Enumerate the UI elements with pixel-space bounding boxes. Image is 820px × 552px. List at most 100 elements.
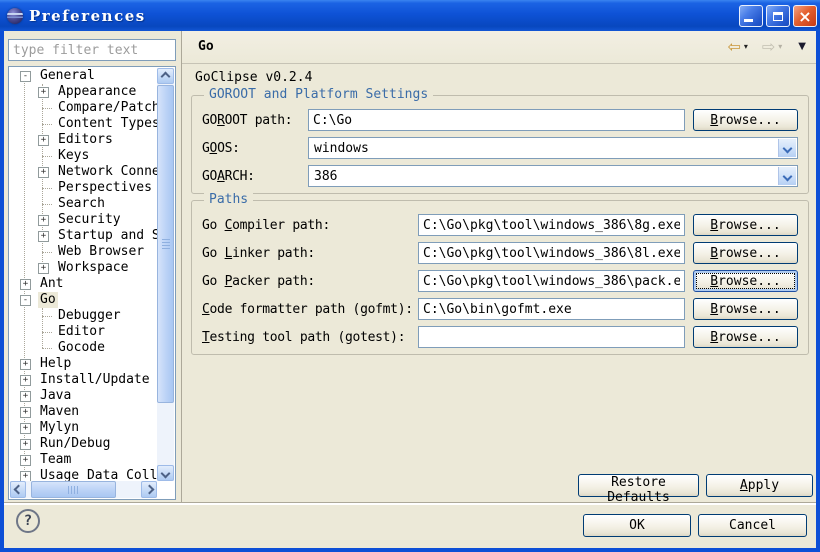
expand-icon[interactable]: +	[38, 87, 49, 98]
tree-item-team[interactable]: +Team	[10, 452, 157, 468]
go-linker-path-input[interactable]	[418, 242, 685, 264]
chevron-right-icon	[144, 485, 154, 495]
question-mark-icon: ?	[24, 513, 32, 529]
cancel-button[interactable]: Cancel	[698, 514, 807, 537]
group-paths: PathsGo Compiler path:Browse...Go Linker…	[191, 200, 809, 355]
tree-item-java[interactable]: +Java	[10, 388, 157, 404]
group-title: GOROOT and Platform Settings	[204, 87, 433, 102]
tree-item-debugger[interactable]: Debugger	[10, 308, 157, 324]
tree-item-search[interactable]: Search	[10, 196, 157, 212]
tree-item-usage-data-collect[interactable]: + Usage Data Collect	[10, 468, 157, 481]
tree-item-maven[interactable]: + Maven	[10, 404, 157, 420]
go-packer-path-input[interactable]	[418, 270, 685, 292]
back-arrow-icon[interactable]: ⇦	[727, 37, 740, 56]
expand-icon[interactable]: +	[20, 471, 31, 482]
scrollbar-grip-icon	[162, 239, 170, 249]
code-formatter-path-browse-button[interactable]: Browse...	[693, 298, 798, 320]
ok-button[interactable]: OK	[583, 514, 691, 537]
testing-tool-path-browse-button[interactable]: Browse...	[693, 326, 798, 348]
expand-icon[interactable]: +	[20, 439, 31, 450]
tree-item-go[interactable]: -Go	[10, 292, 157, 308]
tree-item-startup-and-shu[interactable]: +Startup and Shu	[10, 228, 157, 244]
expand-icon[interactable]: +	[20, 375, 31, 386]
tree-item-label: Usage Data Collect	[38, 468, 157, 481]
tree-horizontal-scrollbar[interactable]	[10, 481, 157, 498]
tree-item-network-connect[interactable]: +Network Connect	[10, 164, 157, 180]
view-menu-icon[interactable]: ▼	[798, 41, 806, 52]
scroll-right-button[interactable]	[141, 481, 157, 498]
footer-separator	[4, 502, 816, 505]
tree-item-run-debug[interactable]: +Run/Debug	[10, 436, 157, 452]
page-header: Go ⇦ ▾ ⇨ ▾ ▼	[182, 31, 816, 64]
tree-item-ant[interactable]: +Ant	[10, 276, 157, 292]
combo-dropdown-icon[interactable]	[778, 139, 796, 157]
tree-item-label: Help	[38, 356, 73, 372]
scroll-left-button[interactable]	[10, 481, 26, 498]
testing-tool-path-label: Testing tool path (gotest):	[202, 330, 418, 345]
forward-history-dropdown-caret-icon: ▾	[778, 42, 782, 51]
version-label: GoClipse v0.2.4	[195, 70, 312, 85]
expand-icon[interactable]: +	[38, 231, 49, 242]
restore-defaults-button[interactable]: Restore Defaults	[578, 474, 699, 497]
tree-item-label: Editor	[56, 324, 107, 340]
tree-item-web-browser[interactable]: Web Browser	[10, 244, 157, 260]
tree-item-editors[interactable]: +Editors	[10, 132, 157, 148]
go-compiler-path-input[interactable]	[418, 214, 685, 236]
go-linker-path-label: Go Linker path:	[202, 246, 418, 261]
expand-icon[interactable]: +	[20, 279, 31, 290]
testing-tool-path-input[interactable]	[418, 326, 685, 348]
combo-dropdown-icon[interactable]	[778, 167, 796, 185]
expand-icon[interactable]: +	[20, 359, 31, 370]
tree-item-security[interactable]: +Security	[10, 212, 157, 228]
expand-icon[interactable]: +	[38, 215, 49, 226]
code-formatter-path-row: Code formatter path (gofmt):Browse...	[202, 295, 798, 323]
apply-button[interactable]: Apply	[706, 474, 813, 497]
tree-item-gocode[interactable]: Gocode	[10, 340, 157, 356]
tree-vertical-scrollbar[interactable]	[157, 68, 174, 481]
scroll-down-button[interactable]	[157, 465, 174, 481]
tree-item-keys[interactable]: Keys	[10, 148, 157, 164]
tree-item-appearance[interactable]: + Appearance	[10, 84, 157, 100]
forward-arrow-icon: ⇨	[762, 37, 775, 56]
tree-item-install-update[interactable]: +Install/Update	[10, 372, 157, 388]
close-button[interactable]: ×	[793, 5, 817, 27]
maximize-button[interactable]	[766, 5, 790, 27]
horizontal-scrollbar-thumb[interactable]	[31, 481, 116, 498]
collapse-icon[interactable]: -	[20, 71, 31, 82]
expand-icon[interactable]: +	[38, 263, 49, 274]
tree-item-editor[interactable]: Editor	[10, 324, 157, 340]
tree-item-perspectives[interactable]: Perspectives	[10, 180, 157, 196]
goos-select[interactable]: windows	[308, 137, 798, 159]
tree-item-label: Appearance	[56, 84, 138, 100]
tree-item-content-types[interactable]: Content Types	[10, 116, 157, 132]
goarch-select[interactable]: 386	[308, 165, 798, 187]
back-history-dropdown-caret-icon[interactable]: ▾	[744, 42, 748, 51]
go-packer-path-browse-button[interactable]: Browse...	[693, 270, 798, 292]
go-compiler-path-browse-button[interactable]: Browse...	[693, 214, 798, 236]
go-linker-path-browse-button[interactable]: Browse...	[693, 242, 798, 264]
tree-item-general[interactable]: -General	[10, 68, 157, 84]
expand-icon[interactable]: +	[20, 423, 31, 434]
goroot-path-input[interactable]	[308, 109, 685, 131]
expand-icon[interactable]: +	[20, 391, 31, 402]
chevron-up-icon	[161, 71, 171, 81]
tree-item-label: Gocode	[56, 340, 107, 356]
tree-item-help[interactable]: + Help	[10, 356, 157, 372]
tree-item-label: Maven	[38, 404, 81, 420]
tree-item-workspace[interactable]: +Workspace	[10, 260, 157, 276]
expand-icon[interactable]: +	[38, 135, 49, 146]
minimize-button[interactable]	[739, 5, 763, 27]
expand-icon[interactable]: +	[20, 407, 31, 418]
scroll-up-button[interactable]	[157, 68, 174, 84]
expand-icon[interactable]: +	[38, 167, 49, 178]
vertical-scrollbar-thumb[interactable]	[157, 85, 174, 403]
tree-item-mylyn[interactable]: +Mylyn	[10, 420, 157, 436]
filter-input[interactable]	[8, 39, 176, 61]
help-button[interactable]: ?	[16, 509, 40, 533]
goroot-path-browse-button[interactable]: Browse...	[693, 109, 798, 131]
code-formatter-path-input[interactable]	[418, 298, 685, 320]
group-title: Paths	[204, 192, 253, 207]
collapse-icon[interactable]: -	[20, 295, 31, 306]
tree-item-compare-patch[interactable]: Compare/Patch	[10, 100, 157, 116]
expand-icon[interactable]: +	[20, 455, 31, 466]
